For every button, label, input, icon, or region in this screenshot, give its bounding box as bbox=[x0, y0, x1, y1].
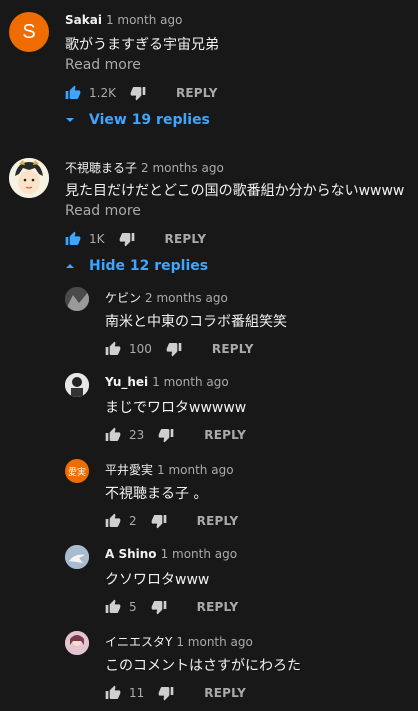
timestamp[interactable]: 1 month ago bbox=[176, 635, 253, 649]
reply-item: Yu_hei 1 month ago まじでワロタwwwww 23 REPLY bbox=[0, 371, 418, 451]
comment-actions: 100 REPLY bbox=[105, 341, 254, 357]
avatar[interactable]: S bbox=[9, 12, 49, 52]
timestamp[interactable]: 1 month ago bbox=[157, 463, 234, 477]
timestamp[interactable]: 1 month ago bbox=[152, 375, 229, 389]
thumbs-up-icon[interactable] bbox=[105, 341, 121, 357]
like-count: 23 bbox=[129, 428, 145, 442]
thumbs-down-icon[interactable] bbox=[158, 427, 174, 443]
comment-meta: Sakai 1 month ago bbox=[65, 13, 182, 27]
thumbs-up-icon[interactable] bbox=[105, 427, 121, 443]
reply-item: ケビン 2 months ago 南米と中東のコラボ番組笑笑 100 REPLY bbox=[0, 285, 418, 365]
like-count: 2 bbox=[129, 514, 137, 528]
reply-item: イニエスタY 1 month ago このコメントはさすがにわろた 11 REPL… bbox=[0, 629, 418, 709]
author-name[interactable]: 不視聴まる子 bbox=[65, 161, 137, 175]
photo-avatar-icon bbox=[65, 631, 89, 655]
timestamp[interactable]: 1 month ago bbox=[106, 13, 183, 27]
like-count: 1.2K bbox=[89, 86, 116, 100]
read-more-button[interactable]: Read more bbox=[65, 57, 141, 73]
comment-text: 不視聴まる子 。 bbox=[105, 486, 208, 502]
reply-button[interactable]: REPLY bbox=[212, 342, 254, 356]
toggle-label: View 19 replies bbox=[89, 112, 210, 128]
like-count: 5 bbox=[129, 600, 137, 614]
comment-thread: S Sakai 1 month ago 歌がうますぎる宇宙兄弟 Read more… bbox=[0, 0, 418, 140]
comment-meta: 不視聴まる子 2 months ago bbox=[65, 159, 224, 176]
reply-button[interactable]: REPLY bbox=[165, 232, 207, 246]
author-name[interactable]: イニエスタY bbox=[105, 635, 172, 649]
comment-text: クソワロタwww bbox=[105, 572, 210, 588]
reply-button[interactable]: REPLY bbox=[204, 428, 246, 442]
timestamp[interactable]: 1 month ago bbox=[161, 547, 238, 561]
reply-button[interactable]: REPLY bbox=[204, 686, 246, 700]
comment-meta: Yu_hei 1 month ago bbox=[105, 375, 229, 389]
author-name[interactable]: Sakai bbox=[65, 13, 102, 27]
author-name[interactable]: 平井愛実 bbox=[105, 463, 153, 477]
avatar[interactable] bbox=[65, 287, 89, 311]
timestamp[interactable]: 2 months ago bbox=[145, 291, 228, 305]
reply-button[interactable]: REPLY bbox=[176, 86, 218, 100]
thumbs-down-icon[interactable] bbox=[166, 341, 182, 357]
comment-meta: A Shino 1 month ago bbox=[105, 547, 237, 561]
comment-actions: 23 REPLY bbox=[105, 427, 246, 443]
like-count: 100 bbox=[129, 342, 152, 356]
avatar[interactable] bbox=[65, 545, 89, 569]
author-name[interactable]: Yu_hei bbox=[105, 375, 148, 389]
comment-actions: 11 REPLY bbox=[105, 685, 246, 701]
reply-item: A Shino 1 month ago クソワロタwww 5 REPLY bbox=[0, 543, 418, 623]
comment-actions: 1.2K REPLY bbox=[65, 85, 218, 101]
timestamp[interactable]: 2 months ago bbox=[141, 161, 224, 175]
thumbs-down-icon[interactable] bbox=[130, 85, 146, 101]
reply-button[interactable]: REPLY bbox=[197, 600, 239, 614]
avatar[interactable] bbox=[9, 158, 49, 198]
comment-text: 南米と中東のコラボ番組笑笑 bbox=[105, 314, 287, 330]
thumbs-up-icon[interactable] bbox=[65, 85, 81, 101]
bird-avatar-icon bbox=[65, 545, 89, 569]
comment-actions: 2 REPLY bbox=[105, 513, 238, 529]
toggle-label: Hide 12 replies bbox=[89, 258, 209, 274]
anime-avatar-icon bbox=[9, 158, 49, 198]
thumbs-down-icon[interactable] bbox=[151, 599, 167, 615]
reply-item: 愛実 平井愛実 1 month ago 不視聴まる子 。 2 REPLY bbox=[0, 457, 418, 537]
comment-thread: 不視聴まる子 2 months ago 見た目だけだとどこの国の歌番組か分からない… bbox=[0, 150, 418, 280]
comment-text: まじでワロタwwwww bbox=[105, 400, 247, 416]
author-name[interactable]: A Shino bbox=[105, 547, 157, 561]
avatar[interactable] bbox=[65, 631, 89, 655]
comment-meta: イニエスタY 1 month ago bbox=[105, 633, 253, 650]
read-more-button[interactable]: Read more bbox=[65, 203, 141, 219]
comment-actions: 1K REPLY bbox=[65, 231, 206, 247]
like-count: 11 bbox=[129, 686, 145, 700]
photo-avatar-icon bbox=[65, 373, 89, 397]
comment-actions: 5 REPLY bbox=[105, 599, 238, 615]
view-replies-button[interactable]: View 19 replies bbox=[65, 112, 210, 128]
chevron-down-icon bbox=[66, 118, 74, 122]
avatar[interactable]: 愛実 bbox=[65, 459, 89, 483]
comment-text: 歌がうますぎる宇宙兄弟 bbox=[65, 37, 219, 53]
avatar-text: 愛実 bbox=[67, 467, 86, 478]
thumbs-down-icon[interactable] bbox=[151, 513, 167, 529]
like-count: 1K bbox=[89, 232, 105, 246]
reply-button[interactable]: REPLY bbox=[197, 514, 239, 528]
thumbs-up-icon[interactable] bbox=[105, 599, 121, 615]
comment-meta: 平井愛実 1 month ago bbox=[105, 461, 234, 478]
avatar[interactable] bbox=[65, 373, 89, 397]
thumbs-down-icon[interactable] bbox=[119, 231, 135, 247]
comment-text: 見た目だけだとどこの国の歌番組か分からないwwww bbox=[65, 183, 405, 199]
thumbs-up-icon[interactable] bbox=[105, 513, 121, 529]
photo-avatar-icon bbox=[65, 287, 89, 311]
author-name[interactable]: ケビン bbox=[105, 291, 141, 305]
thumbs-up-icon[interactable] bbox=[65, 231, 81, 247]
comment-text: このコメントはさすがにわろた bbox=[105, 658, 301, 674]
thumbs-down-icon[interactable] bbox=[158, 685, 174, 701]
chevron-up-icon bbox=[66, 264, 74, 268]
avatar-letter: S bbox=[22, 20, 36, 43]
comment-meta: ケビン 2 months ago bbox=[105, 289, 228, 306]
thumbs-up-icon[interactable] bbox=[105, 685, 121, 701]
hide-replies-button[interactable]: Hide 12 replies bbox=[65, 258, 208, 274]
